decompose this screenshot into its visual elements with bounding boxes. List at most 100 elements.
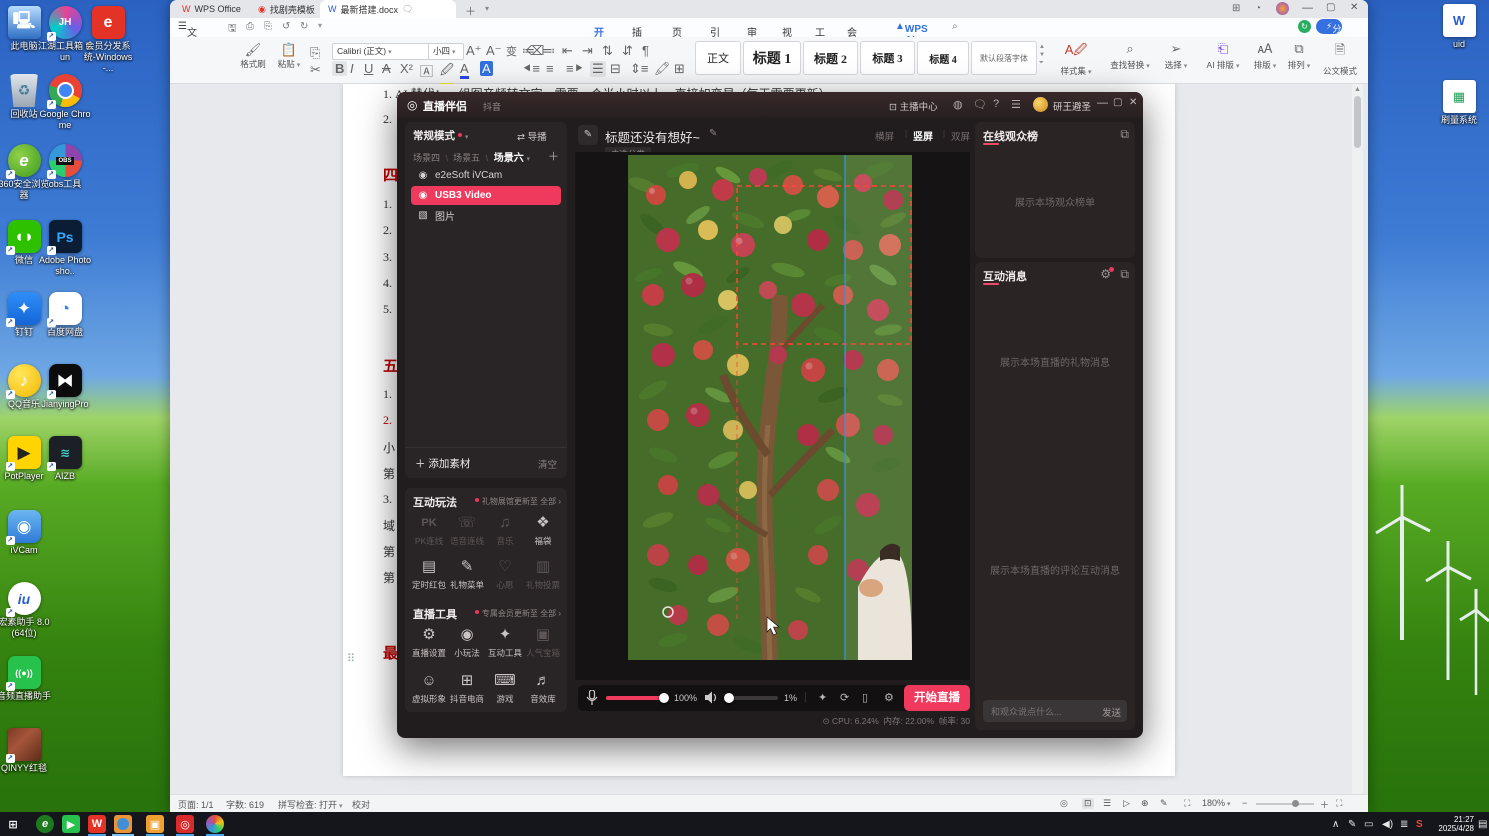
align-left-button[interactable]: ⯇≡ (522, 61, 540, 77)
popout-icon[interactable]: ⧉ (1120, 127, 1129, 142)
speaker-icon[interactable] (704, 691, 718, 704)
message-settings-icon[interactable]: ⚙ (1100, 267, 1114, 281)
zoom-out-button[interactable]: − (1242, 798, 1247, 808)
tray-display-icon[interactable]: ▭ (1364, 812, 1373, 836)
format-painter-button[interactable]: 🖌 格式刷 (236, 42, 270, 70)
edit-pencil-icon[interactable]: ✎ (709, 128, 717, 139)
maximize-button[interactable]: ▢ (1326, 2, 1335, 13)
share-button[interactable]: ⚡分享 (1316, 19, 1343, 47)
layout-portrait[interactable]: 竖屏 (913, 128, 933, 143)
start-button[interactable]: ⊞ (4, 815, 22, 833)
stream-close-button[interactable]: ✕ (1129, 97, 1137, 108)
font-size-select[interactable]: 小四 (428, 43, 464, 60)
tab-list-caret[interactable]: ▾ (485, 4, 489, 13)
copy-icon[interactable]: ⎘ (310, 45, 320, 61)
distribute-button[interactable]: ⊟ (610, 61, 621, 77)
zoom-percent[interactable]: 180% (1202, 798, 1231, 808)
popout-icon[interactable]: ⧉ (1120, 267, 1129, 282)
microphone-icon[interactable] (586, 690, 598, 706)
sort-button[interactable]: ⇵ (622, 43, 633, 59)
notification-center-icon[interactable]: ▤ (1478, 812, 1487, 836)
play-item-gift-vote[interactable]: ▥ 礼物投票 (525, 556, 561, 591)
file-menu[interactable]: ☰ 文件 (178, 21, 197, 54)
beauty-icon[interactable]: ✦ (818, 691, 827, 704)
stream-title-text[interactable]: 标题还没有想好~ (605, 127, 700, 146)
font-name-select[interactable]: Calibri (正文) (332, 43, 430, 60)
style-set-button[interactable]: A🖉 样式集 (1054, 41, 1098, 77)
print-icon[interactable]: ⎙ (246, 21, 254, 32)
tray-volume-icon[interactable]: ◀) (1382, 812, 1393, 836)
stream-title-bar[interactable]: ◎ 直播伴侣 抖音 ⊡ 主播中心 ◍ 🗨 ? ☰ 研王避圣 — ▢ ✕ (397, 92, 1143, 118)
desktop-icon-chrome[interactable]: ↗ Google Chrome (37, 74, 93, 131)
view-outline-icon[interactable]: ☰ (1103, 798, 1111, 809)
taskbar-media-icon[interactable] (206, 815, 224, 833)
desktop-icon-audio-live[interactable]: ((●)) ↗ 音频直播助手 (0, 656, 52, 702)
wenzi-effect-icon[interactable]: 🄰 (420, 61, 433, 80)
strikethrough-button[interactable]: A (382, 61, 391, 76)
style-heading2[interactable]: 标题 2 (803, 41, 858, 75)
speaker-volume-slider[interactable] (724, 693, 778, 703)
justify-button[interactable]: ☰ (590, 61, 606, 77)
tool-item-virtual-avatar[interactable]: ☺ 虚拟形象 (411, 670, 447, 705)
tool-item-game[interactable]: ⌨ 游戏 (487, 670, 523, 705)
source-usb3-video[interactable]: ◉ USB3 Video (411, 186, 561, 205)
anchor-center-button[interactable]: ⊡ 主播中心 (889, 99, 938, 113)
desktop-icon-sheet[interactable]: ▦ 刷量系统 (1431, 80, 1487, 126)
taskbar-browser-icon[interactable]: e (36, 815, 54, 833)
tool-item-sound-library[interactable]: ♬ 音效库 (525, 670, 561, 705)
source-image[interactable]: ▧ 图片 (411, 206, 561, 225)
taskbar-live-companion-icon[interactable] (114, 815, 132, 833)
vertical-scrollbar[interactable]: ▲ (1352, 84, 1363, 795)
desktop-icon-photoshop[interactable]: Ps ↗ Adobe Photosho.. (37, 220, 93, 277)
style-heading4[interactable]: 标题 4 (917, 41, 969, 75)
style-heading3[interactable]: 标题 3 (860, 41, 915, 75)
bullets-button[interactable]: ≔ (522, 43, 535, 59)
indent-button[interactable]: ⇥ (582, 43, 593, 59)
director-mode-button[interactable]: ⇄ 导播 (517, 129, 547, 143)
search-icon[interactable]: ⌕ (952, 21, 958, 32)
border-button[interactable]: ⊞ (674, 61, 685, 77)
account-avatar[interactable] (1276, 2, 1289, 15)
desktop-icon-qinyy[interactable]: ↗ QINYY红毯 (0, 728, 52, 774)
play-item-pk[interactable]: PK PK连线 (411, 512, 447, 547)
find-replace-button[interactable]: ⌕ 查找替换 (1104, 41, 1156, 71)
tool-item-mini-play[interactable]: ◉ 小玩法 (449, 624, 485, 659)
style-default-font[interactable]: 默认段落字体 (971, 41, 1037, 75)
tab-current-doc[interactable]: W 最新搭建.docx 🗨 (320, 0, 456, 18)
sync-status-icon[interactable]: ↻ (1298, 20, 1311, 33)
paragraph-drag-handle[interactable]: ⠿ (347, 652, 355, 665)
camera-preview-area[interactable] (575, 152, 970, 680)
shading-button[interactable]: 🖍 (654, 61, 671, 77)
view-page-icon[interactable]: ⊡ (1082, 798, 1094, 809)
start-live-button[interactable]: 开始直播 (904, 685, 970, 711)
tray-ime-icon[interactable]: ≣ (1400, 812, 1408, 836)
mic-volume-slider[interactable] (606, 693, 669, 703)
preview-icon[interactable]: ⎘ (264, 21, 272, 32)
numbering-button[interactable]: ≕ (542, 43, 555, 59)
ai-typeset-button[interactable]: ⎗ AI 排版 (1200, 41, 1246, 71)
play-item-wish[interactable]: ♡ 心愿 (487, 556, 523, 591)
feedback-icon[interactable]: 🗨 (973, 98, 987, 111)
tool-item-interact-tools[interactable]: ✦ 互动工具 (487, 624, 523, 659)
font-color-button[interactable]: A (460, 61, 469, 79)
typeset-button[interactable]: 🗚 排版 (1248, 41, 1282, 71)
desktop-icon-member-shop[interactable]: e 会员分发系统-Windows-... (80, 6, 136, 73)
flip-camera-icon[interactable]: ⟳ (840, 691, 849, 704)
add-material-button[interactable]: ＋ 添加素材 (415, 456, 470, 471)
tool-section-badge[interactable]: 专属会员更新至 全部 › (474, 608, 561, 619)
tab-scene-5[interactable]: 场景五 (440, 153, 480, 163)
comment-input[interactable] (989, 703, 1089, 721)
help-icon[interactable]: ? (993, 98, 999, 110)
pinyin-icon[interactable]: 变 (506, 43, 517, 59)
tab-template[interactable]: ◉ 找剧壳模板 (250, 0, 323, 18)
play-item-voice-link[interactable]: ☏ 语音连线 (449, 512, 485, 547)
menu-wps-ai[interactable]: ▲ WPS AI (895, 21, 928, 46)
layout-grid-icon[interactable]: ⊞ (1232, 3, 1240, 14)
superscript-button[interactable]: X² (400, 61, 413, 76)
tool-item-live-settings[interactable]: ⚙ 直播设置 (411, 624, 447, 659)
desktop-icon-iu-helper[interactable]: iu ↗ 宏素助手 8.0(64位) (0, 582, 52, 639)
play-item-lucky-bag[interactable]: ❖ 福袋 (525, 512, 561, 547)
play-item-music[interactable]: ♫ 音乐 (487, 512, 523, 547)
ink-icon[interactable]: ✎ (1160, 798, 1168, 809)
style-heading1[interactable]: 标题 1 (743, 41, 801, 75)
